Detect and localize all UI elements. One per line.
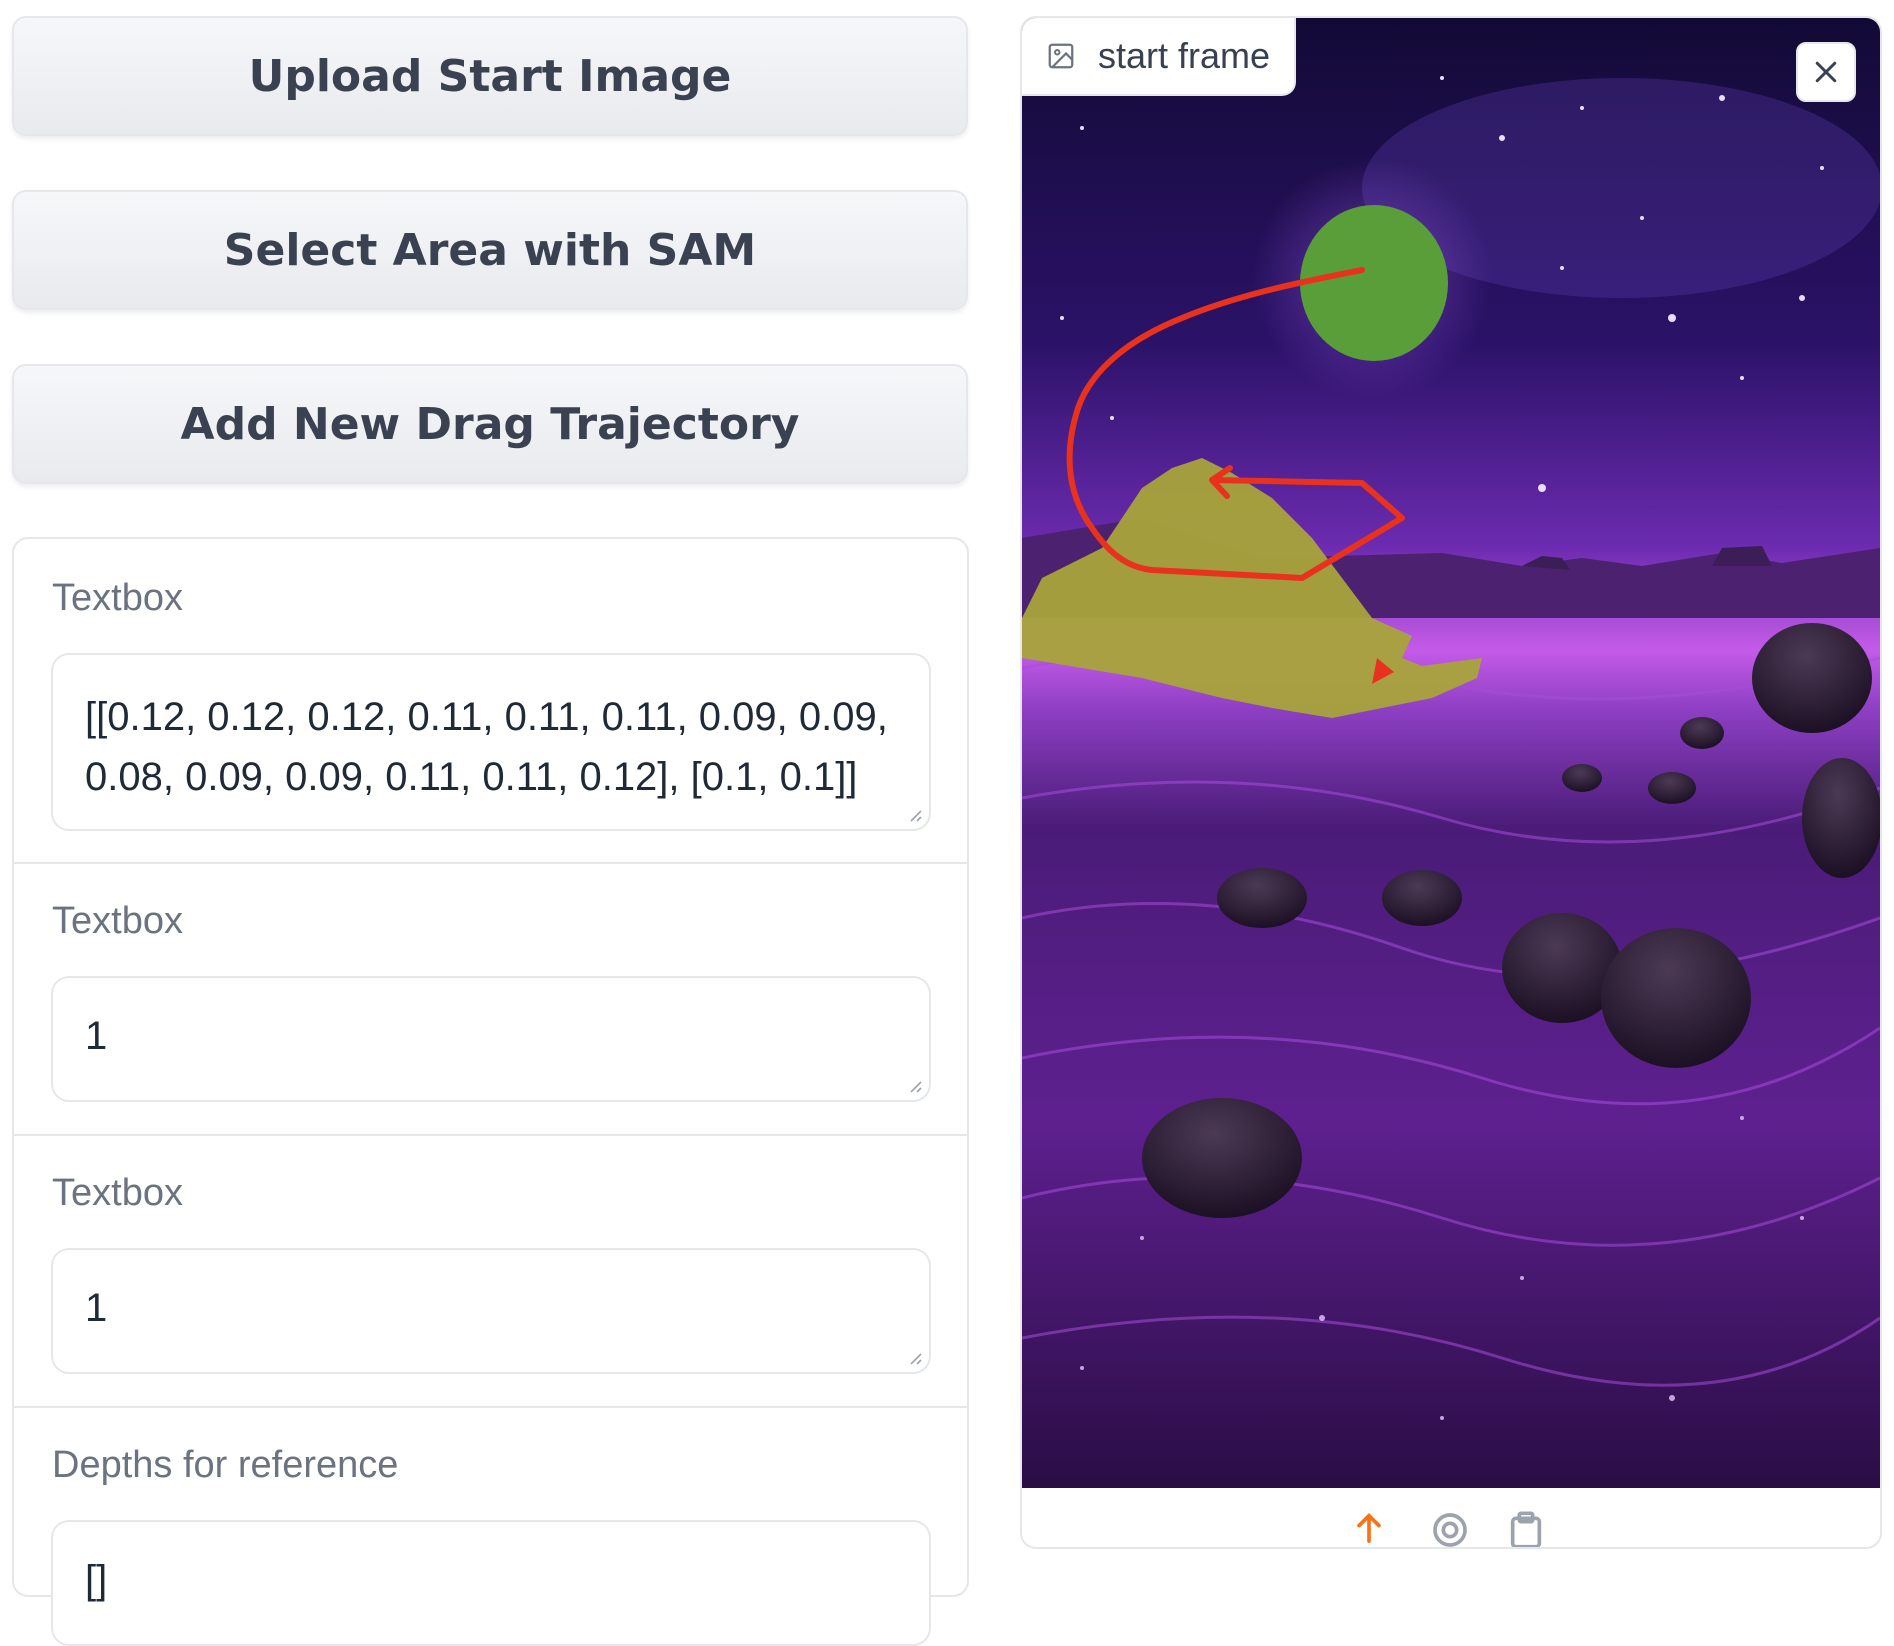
- textbox-2-value: 1: [85, 1014, 108, 1058]
- depths-group: Depths for reference []: [14, 1408, 967, 1646]
- upload-start-image-button[interactable]: Upload Start Image: [12, 16, 968, 136]
- add-drag-trajectory-button[interactable]: Add New Drag Trajectory: [12, 364, 968, 484]
- textbox-2-input[interactable]: 1: [51, 976, 931, 1102]
- resize-handle-icon[interactable]: [907, 1078, 923, 1094]
- textbox-3-label: Textbox: [52, 1172, 183, 1214]
- image-icon: [1048, 43, 1074, 69]
- resize-handle-icon[interactable]: [907, 807, 923, 823]
- textbox-panel: Textbox [[0.12, 0.12, 0.12, 0.11, 0.11, …: [12, 537, 969, 1646]
- textbox-3-input[interactable]: 1: [51, 1248, 931, 1374]
- upload-icon[interactable]: [1352, 1510, 1386, 1544]
- textbox-3-value: 1: [85, 1286, 108, 1330]
- trajectory-textbox-label: Textbox: [52, 577, 183, 619]
- start-frame-label: start frame: [1098, 35, 1271, 76]
- start-frame-label-tag: start frame: [1022, 18, 1296, 96]
- start-frame-image[interactable]: [1022, 18, 1880, 1488]
- textbox-2-label: Textbox: [52, 900, 183, 942]
- start-frame-image-component: start frame: [1020, 16, 1882, 1549]
- clipboard-icon[interactable]: [1506, 1510, 1546, 1549]
- textbox-2-group: Textbox 1: [14, 864, 967, 1134]
- depths-input[interactable]: []: [51, 1520, 931, 1646]
- textbox-3-group: Textbox 1: [14, 1136, 967, 1406]
- webcam-icon[interactable]: [1430, 1510, 1470, 1549]
- depths-value: []: [85, 1558, 108, 1602]
- trajectory-textbox-group: Textbox [[0.12, 0.12, 0.12, 0.11, 0.11, …: [14, 539, 967, 862]
- select-area-sam-button[interactable]: Select Area with SAM: [12, 190, 968, 310]
- clear-image-button[interactable]: [1796, 42, 1856, 102]
- close-icon: [1815, 61, 1837, 83]
- trajectory-textbox[interactable]: [[0.12, 0.12, 0.12, 0.11, 0.11, 0.11, 0.…: [51, 653, 931, 831]
- depths-label: Depths for reference: [52, 1444, 399, 1486]
- image-source-toolbar: [1022, 1494, 1880, 1549]
- resize-handle-icon[interactable]: [907, 1350, 923, 1366]
- trajectory-textbox-value: [[0.12, 0.12, 0.12, 0.11, 0.11, 0.11, 0.…: [85, 695, 888, 799]
